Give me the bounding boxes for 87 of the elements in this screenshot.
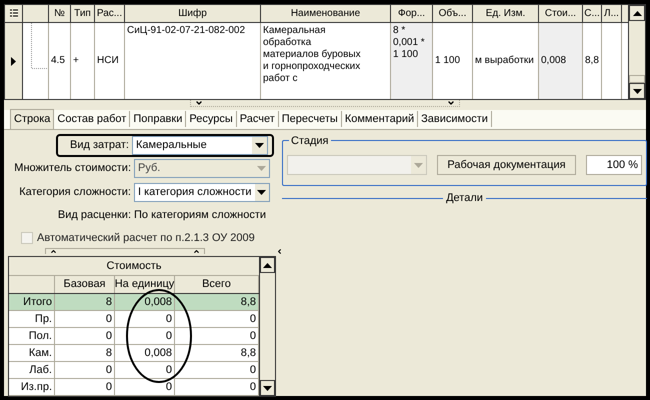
table-cell: 0 [115, 362, 175, 378]
field-label: Категория сложности: [19, 185, 131, 200]
chevron-up-icon [50, 248, 57, 255]
column-header[interactable]: Тип [71, 5, 95, 22]
row-label: Пр. [9, 311, 55, 327]
dropdown-arrow-icon [255, 143, 264, 148]
column-menu-icon[interactable] [10, 9, 18, 18]
table-cell: 0 [115, 379, 175, 395]
table-cell: 8 * 0,001 * 1 100 [391, 23, 433, 99]
column-header[interactable]: № [49, 5, 71, 22]
table-cell: 1 100 [433, 23, 473, 99]
chevron-up-icon [193, 248, 200, 255]
tab[interactable]: Пересчеты [278, 111, 342, 127]
current-row-icon [11, 56, 16, 66]
stage-button[interactable]: Рабочая документация [437, 155, 576, 175]
scroll-down-icon [632, 88, 642, 94]
chevron-down-icon [195, 99, 203, 107]
tab[interactable]: Состав работ [54, 111, 130, 127]
row-label: Кам. [9, 345, 55, 361]
table-cell: 0 [55, 379, 115, 395]
column-header[interactable]: Наименование [261, 5, 391, 22]
section-title: Детали [445, 191, 484, 206]
splitter-handle[interactable] [190, 100, 460, 107]
tree-line-icon [31, 23, 47, 69]
table-row[interactable]: Лаб. 0 0 0 [9, 362, 259, 379]
table-cell: 0 [55, 311, 115, 327]
table-cell: 0 [55, 328, 115, 344]
chevron-left-icon [276, 248, 282, 255]
field-label: Вид расценки: [58, 208, 131, 223]
tab[interactable]: Строка [10, 109, 54, 129]
column-header[interactable]: Рас... [95, 5, 125, 22]
row-label: Пол. [9, 328, 55, 344]
field-value: По категориям сложности [134, 208, 268, 223]
field-label: Вид затрат: [70, 138, 129, 154]
dropdown-arrow-icon [414, 162, 423, 168]
row-label: Итого [9, 294, 55, 310]
table-cell: 8 [55, 345, 115, 361]
table-row[interactable]: Пр. 0 0 0 [9, 311, 259, 328]
table-cell: 4.5 [49, 23, 71, 99]
scroll-down-icon [263, 386, 272, 390]
dropdown-arrow-icon [257, 190, 266, 195]
table-cell: 0 [115, 328, 175, 344]
column-header[interactable]: На единицу [115, 276, 175, 293]
field-label: Множитель стоимости: [14, 161, 131, 176]
row-label: Лаб. [9, 362, 55, 378]
tab[interactable]: Поправки [130, 111, 186, 127]
table-cell: 0,008 [539, 23, 583, 99]
dropdown[interactable]: Камеральные [132, 136, 268, 155]
table-cell: 0 [115, 311, 175, 327]
scrollbar[interactable] [628, 5, 645, 99]
tab[interactable]: Комментарий [342, 111, 418, 127]
column-header[interactable]: Фор... [391, 5, 433, 22]
table-cell: + [71, 23, 95, 99]
column-header[interactable]: С... [583, 5, 602, 22]
table-cell: 0,008 [115, 294, 175, 310]
table-cell: 0,008 [115, 345, 175, 361]
table-cell: 8,8 [583, 23, 602, 99]
percent-field[interactable]: 100 % [586, 155, 642, 175]
table-row[interactable]: Кам. 8 0,008 8,8 [9, 345, 259, 362]
dropdown[interactable]: I категория сложности [134, 183, 270, 202]
scroll-up-icon [632, 10, 642, 16]
splitter-handle[interactable] [45, 248, 205, 254]
table-row[interactable]: Пол. 0 0 0 [9, 328, 259, 345]
checkbox-label: Автоматический расчет по п.2.1.3 ОУ 2009 [37, 230, 255, 246]
column-header[interactable]: Л... [602, 5, 622, 22]
column-header[interactable]: Шифр [125, 5, 261, 22]
chevron-down-icon [447, 99, 455, 107]
scrollbar-thumb[interactable] [629, 75, 645, 83]
table-row[interactable]: Из.пр. 0 0 0 [9, 379, 259, 396]
tab[interactable]: Ресурсы [186, 111, 237, 127]
tab[interactable]: Зависимости [418, 111, 492, 127]
group-title: Стадия [289, 133, 330, 150]
table-cell: НСИ [95, 23, 125, 99]
row-label: Из.пр. [9, 379, 55, 395]
column-header[interactable]: Объ... [433, 5, 473, 22]
table-cell: 8 [55, 294, 115, 310]
dropdown-arrow-icon [257, 166, 266, 171]
column-header[interactable]: Базовая [55, 276, 115, 293]
table-title: Стоимость [9, 257, 259, 276]
column-header[interactable]: Стои... [539, 5, 583, 22]
table-row[interactable]: Итого 8 0,008 8,8 [9, 294, 259, 311]
table-cell: 0 [55, 362, 115, 378]
table-cell: СиЦ-91-02-07-21-082-002 [125, 23, 261, 99]
scrollbar[interactable] [259, 257, 275, 396]
tab[interactable]: Расчет [236, 111, 279, 127]
column-header[interactable]: Ед. Изм. [473, 5, 539, 22]
scroll-up-icon [263, 262, 272, 268]
